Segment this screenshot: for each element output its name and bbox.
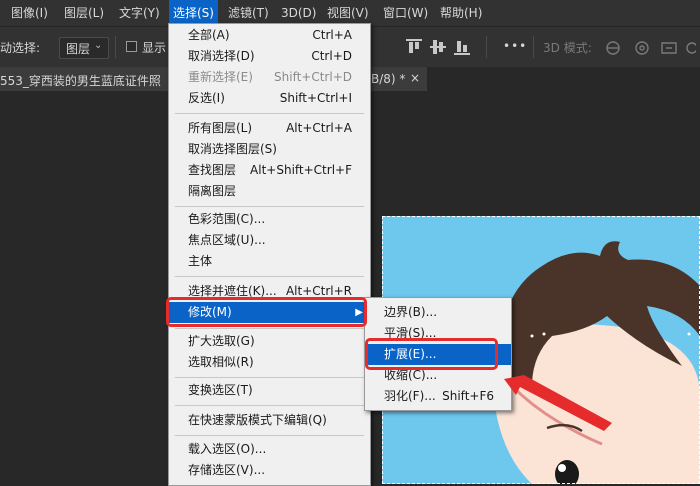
- menu-item-save-selection[interactable]: 存储选区(V)...: [169, 460, 370, 481]
- menu-item-focus-area[interactable]: 焦点区域(U)...: [169, 230, 370, 251]
- auto-select-label: 动选择:: [0, 41, 41, 55]
- divider: [175, 206, 364, 207]
- menu-item-find-layers[interactable]: 查找图层 Alt+Shift+Ctrl+F: [169, 160, 370, 181]
- menu-item-similar[interactable]: 选取相似(R): [169, 352, 370, 373]
- more-options-icon[interactable]: •••: [503, 39, 527, 53]
- divider: [486, 36, 487, 58]
- annotation-highlight-expand: [365, 338, 498, 370]
- menu-item-load-selection[interactable]: 载入选区(O)...: [169, 439, 370, 460]
- layer-select-value: 图层: [66, 42, 91, 56]
- divider: [175, 377, 364, 378]
- menu-item-reselect: 重新选择(E) Shift+Ctrl+D: [188, 70, 352, 84]
- layer-select-dropdown[interactable]: 图层 ⌄: [59, 37, 109, 59]
- menu-item-color-range[interactable]: 色彩范围(C)...: [169, 209, 370, 230]
- divider: [533, 36, 534, 58]
- menu-item-transform-selection[interactable]: 变换选区(T): [169, 380, 370, 401]
- menu-window[interactable]: 窗口(W): [383, 0, 428, 26]
- annotation-highlight-modify: [166, 297, 367, 327]
- show-label: 显示: [142, 41, 167, 55]
- menu-item-deselect-layers[interactable]: 取消选择图层(S): [169, 139, 370, 160]
- submenu-item-border[interactable]: 边界(B)...: [365, 302, 511, 323]
- submenu-item-feather[interactable]: 羽化(F)... Shift+F6: [365, 386, 511, 407]
- divider: [175, 328, 364, 329]
- menu-item-grow[interactable]: 扩大选取(G): [169, 331, 370, 352]
- show-transform-checkbox[interactable]: [126, 41, 137, 52]
- menu-item-deselect[interactable]: 取消选择(D) Ctrl+D: [169, 46, 370, 67]
- divider: [175, 276, 364, 277]
- divider: [115, 36, 116, 58]
- menu-item-subject[interactable]: 主体: [169, 251, 370, 272]
- align-vcenter-icon[interactable]: [430, 39, 446, 55]
- tab-title-suffix: B/8) *: [371, 72, 406, 86]
- chevron-down-icon: ⌄: [94, 40, 103, 51]
- annotation-arrow-icon: [504, 375, 612, 431]
- menu-type[interactable]: 文字(Y): [119, 0, 160, 26]
- menu-image[interactable]: 图像(I): [11, 0, 48, 26]
- align-top-icon[interactable]: [406, 39, 422, 55]
- mode-3d-label: 3D 模式:: [543, 41, 592, 55]
- menu-help[interactable]: 帮助(H): [440, 0, 482, 26]
- menu-item-all-layers[interactable]: 所有图层(L) Alt+Ctrl+A: [169, 118, 370, 139]
- menu-item-isolate-layers[interactable]: 隔离图层: [169, 181, 370, 202]
- 3d-tools-icons[interactable]: [604, 39, 696, 57]
- divider: [175, 113, 364, 114]
- divider: [175, 405, 364, 406]
- menu-item-quick-mask[interactable]: 在快速蒙版模式下编辑(Q): [169, 410, 370, 431]
- divider: [175, 435, 364, 436]
- menu-item-inverse[interactable]: 反选(I) Shift+Ctrl+I: [169, 88, 370, 109]
- align-bottom-icon[interactable]: [454, 39, 470, 55]
- select-menu: 全部(A) Ctrl+A 取消选择(D) Ctrl+D 重新选择(E) Shift+C…: [168, 23, 371, 486]
- tab-title: 553_穿西装的男生蓝底证件照: [0, 74, 161, 88]
- menu-layer[interactable]: 图层(L): [64, 0, 104, 26]
- close-icon[interactable]: ×: [410, 71, 420, 85]
- menu-item-select-all[interactable]: 全部(A) Ctrl+A: [169, 25, 370, 46]
